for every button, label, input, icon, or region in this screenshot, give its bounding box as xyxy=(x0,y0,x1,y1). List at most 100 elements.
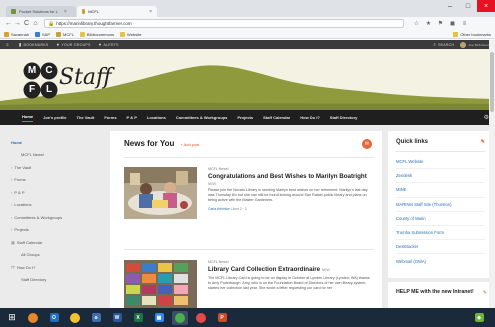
help-panel: HELP ME with the new Intranet! ✎ xyxy=(388,282,493,308)
sidebar-item-mcfl-news[interactable]: MCFL News! xyxy=(11,149,97,162)
user-name[interactable]: Joe Robinson xyxy=(468,43,489,47)
quick-link-desktracker[interactable]: Desktracker xyxy=(396,240,485,255)
taskbar-app-settings-icon[interactable]: ⚙ xyxy=(88,311,104,325)
page-scrollbar[interactable] xyxy=(489,40,495,308)
sidebar-item-staff-calendar[interactable]: ▦ Staff Calendar xyxy=(11,236,97,249)
post-body: MCFL News! Library Card Collection Extra… xyxy=(208,260,373,292)
bookmark-website[interactable]: Website xyxy=(120,31,141,37)
maximize-icon[interactable]: □ xyxy=(459,0,477,12)
nav-profile[interactable]: Joe's profile xyxy=(43,115,66,120)
scrollbar-thumb[interactable] xyxy=(490,52,494,112)
close-tab-icon[interactable]: × xyxy=(149,9,152,15)
bookmark-sap[interactable]: SAP xyxy=(35,31,50,37)
taskbar-app-files-icon[interactable]: ▦ xyxy=(151,311,167,325)
extension-icon[interactable]: ⚑ xyxy=(436,20,445,28)
close-window-icon[interactable]: × xyxy=(477,0,495,12)
star-icon[interactable]: ☆ xyxy=(412,20,421,28)
avatar[interactable] xyxy=(460,41,467,48)
post-category[interactable]: MCFL News! xyxy=(208,167,373,171)
forward-arrow-icon[interactable]: → xyxy=(13,20,22,27)
taskbar-app-outlook-icon[interactable]: O xyxy=(46,311,62,325)
tab-favicon-icon xyxy=(82,9,86,14)
post-category[interactable]: MCFL News! xyxy=(208,260,373,264)
site-logo[interactable]: M C F L Staff xyxy=(23,59,113,105)
your-groups-menu[interactable]: ● YOUR GROUPS xyxy=(56,42,90,47)
nav-staff-calendar[interactable]: Staff Calendar xyxy=(263,115,290,120)
search-button[interactable]: ⌕ SEARCH xyxy=(433,42,454,47)
bookmark-savannah[interactable]: Savannah xyxy=(4,31,29,37)
sidebar-item-locations[interactable]: › Locations xyxy=(11,199,97,212)
tab-pocket-solutions[interactable]: Pocket Solutions for L × xyxy=(6,6,76,17)
taskbar-app-excel-icon[interactable]: X xyxy=(130,311,146,325)
other-bookmarks[interactable]: Other bookmarks xyxy=(453,31,491,37)
sidebar-item-home[interactable]: Home xyxy=(11,136,97,149)
tab-mcfl[interactable]: MCFL × xyxy=(77,6,157,17)
extension-icon[interactable]: ★ xyxy=(424,20,433,28)
close-tab-icon[interactable]: × xyxy=(64,9,67,15)
nav-the-vault[interactable]: The Vault xyxy=(77,115,95,120)
quick-link-county-of-marin[interactable]: County of Marin xyxy=(396,212,485,226)
taskbar-app-browser-icon[interactable] xyxy=(172,310,188,325)
taskbar-app-firefox-icon[interactable] xyxy=(25,311,41,325)
bookmark-bibliocommons[interactable]: Bibliocommons xyxy=(79,31,114,37)
quick-link-zendesk[interactable]: Zendesk xyxy=(396,169,485,184)
sidebar-item-projects[interactable]: › Projects xyxy=(11,224,97,237)
sidebar-item-forms[interactable]: › Forms xyxy=(11,174,97,187)
start-button-windows-icon[interactable]: ⊞ xyxy=(4,311,20,325)
rss-icon[interactable]: ✉ xyxy=(362,139,372,149)
tab-label: MCFL xyxy=(88,9,100,14)
lock-icon: 🔒 xyxy=(48,20,55,27)
bookmark-mcfl[interactable]: MCFL xyxy=(56,31,74,37)
help-title[interactable]: HELP ME with the new Intranet! xyxy=(396,289,474,295)
nav-staff-directory[interactable]: Staff Directory xyxy=(330,115,358,120)
main-navigation: Home Joe's profile The Vault Forms P & P… xyxy=(0,110,495,125)
nav-home[interactable]: Home xyxy=(22,114,34,122)
bookmarks-menu[interactable]: ▮ BOOKMARKS xyxy=(19,42,49,48)
post-thumbnail[interactable] xyxy=(124,167,197,219)
chevron-right-icon: › xyxy=(11,164,13,170)
search-icon: ⌕ xyxy=(433,42,437,47)
sidebar-item-p-and-p[interactable]: › P & P xyxy=(11,186,97,199)
nav-forms[interactable]: Forms xyxy=(104,115,116,120)
taskbar-app-powerpoint-icon[interactable]: P xyxy=(214,311,230,325)
taskbar-app-word-icon[interactable]: W xyxy=(109,311,125,325)
sidebar-item-committees[interactable]: › Committees & Workgroups xyxy=(11,211,97,224)
utility-right: ⌕ SEARCH Joe Robinson xyxy=(433,41,489,48)
quick-link-mine[interactable]: MINE xyxy=(396,183,485,198)
quick-link-marinet-staff[interactable]: MARINet Staff Site (Thurston) xyxy=(396,198,485,212)
extension-icon[interactable]: ◼ xyxy=(448,20,457,28)
nav-how-do-i[interactable]: How Do I? xyxy=(300,115,320,120)
post-stats[interactable]: Liked 2 · 3 xyxy=(231,207,247,211)
nav-p-and-p[interactable]: P & P xyxy=(127,115,137,120)
sidebar-item-all-groups[interactable]: All Groups xyxy=(11,249,97,262)
edit-pencil-icon[interactable]: ✎ xyxy=(481,139,485,145)
quick-link-mcfl-website[interactable]: MCFL Website xyxy=(396,155,485,170)
quick-link-trumba-form[interactable]: Trumba Submission Form xyxy=(396,226,485,241)
url-field[interactable]: 🔒 https://marinlibrary.thoughtfarmer.com xyxy=(44,19,404,28)
sidebar-nav: Home MCFL News! › The Vault › Forms › P & P… xyxy=(11,136,97,286)
sidebar-item-the-vault[interactable]: › The Vault xyxy=(11,161,97,174)
back-arrow-icon[interactable]: ← xyxy=(4,20,13,27)
nav-committees[interactable]: Committees & Workgroups xyxy=(176,115,228,120)
sidebar-item-staff-directory[interactable]: Staff Directory xyxy=(11,274,97,287)
reload-icon[interactable]: C xyxy=(22,20,31,27)
menu-toggle[interactable]: ≡ xyxy=(6,42,11,47)
minimize-icon[interactable]: – xyxy=(441,0,459,12)
menu-icon[interactable]: ≡ xyxy=(460,20,469,28)
post-thumbnail[interactable] xyxy=(124,260,197,308)
home-icon[interactable]: ⌂ xyxy=(31,20,40,27)
post-title[interactable]: Congratulations and Best Wishes to Maril… xyxy=(208,173,373,180)
post-author[interactable]: Carla Artichike xyxy=(208,207,230,211)
post-title[interactable]: Library Card Collection Extraordinaire N… xyxy=(208,266,373,274)
nav-locations[interactable]: Locations xyxy=(147,115,166,120)
quick-link-webmail[interactable]: Webmail (OWA) xyxy=(396,254,485,268)
alerts-menu[interactable]: ● ALERTS xyxy=(99,42,119,47)
edit-pencil-icon[interactable]: ✎ xyxy=(483,290,487,296)
taskbar-app-media-icon[interactable] xyxy=(193,311,209,325)
sidebar-item-how-do-i[interactable]: ⁇ How Do I? xyxy=(11,261,97,274)
taskbar-app-chrome-icon[interactable] xyxy=(67,311,83,325)
browser-tab-strip: Pocket Solutions for L × MCFL × – □ × xyxy=(0,0,495,17)
taskbar-tray-app-icon[interactable]: ◆ xyxy=(471,311,487,325)
add-post-button[interactable]: + Add post xyxy=(180,142,199,147)
nav-projects[interactable]: Projects xyxy=(237,115,253,120)
